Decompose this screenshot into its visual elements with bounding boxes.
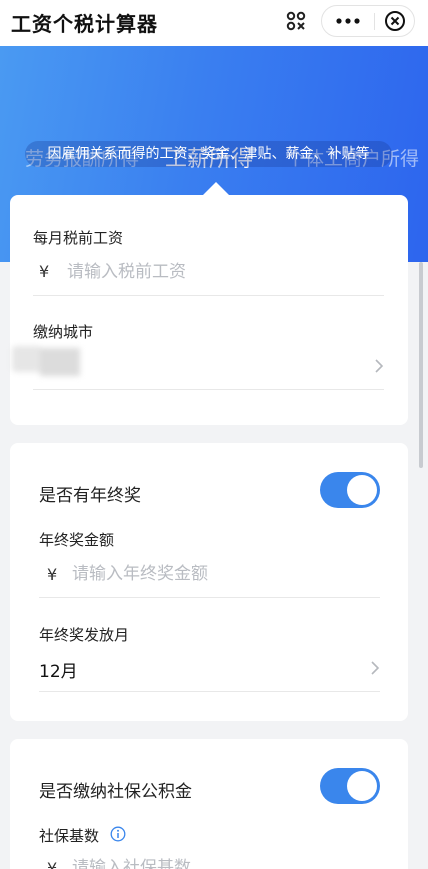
currency-symbol: ¥ (47, 859, 58, 869)
currency-symbol: ¥ (47, 565, 58, 584)
social-insurance-card: 是否缴纳社保公积金 社保基数 ¥ (10, 739, 408, 869)
top-bar: 工资个税计算器 (0, 0, 428, 46)
scan-button[interactable] (277, 5, 315, 37)
salary-label: 每月税前工资 (33, 229, 124, 247)
divider (39, 597, 380, 598)
more-button[interactable] (322, 6, 374, 36)
bonus-card: 是否有年终奖 年终奖金额 ¥ 年终奖发放月 12月 (10, 443, 408, 721)
bonus-amount-label: 年终奖金额 (39, 531, 115, 549)
obscured-city-text (12, 342, 80, 378)
toggle-knob (347, 475, 377, 505)
currency-symbol: ¥ (39, 262, 50, 281)
chevron-right-icon (375, 359, 384, 373)
social-insurance-toggle[interactable] (320, 768, 380, 804)
city-selector[interactable] (33, 345, 384, 385)
bonus-month-label: 年终奖发放月 (39, 626, 130, 644)
divider (33, 295, 384, 296)
social-base-label: 社保基数 (39, 827, 100, 845)
info-icon[interactable] (110, 826, 126, 842)
bonus-toggle-label: 是否有年终奖 (39, 486, 141, 506)
bonus-amount-input[interactable] (72, 561, 372, 587)
toggle-knob (347, 771, 377, 801)
scan-icon (286, 11, 306, 31)
salary-input[interactable] (67, 259, 367, 285)
close-circle-icon (385, 11, 405, 31)
mini-program-capsule (321, 5, 415, 37)
bonus-toggle[interactable] (320, 472, 380, 508)
social-toggle-label: 是否缴纳社保公积金 (39, 782, 192, 802)
chevron-right-icon (371, 661, 380, 675)
divider (33, 389, 384, 390)
more-icon (336, 18, 360, 24)
tab-description: 因雇佣关系而得的工资、奖金、津贴、薪金、补贴等 (25, 141, 392, 167)
bonus-month-selector[interactable]: 12月 (39, 649, 380, 685)
salary-card: 每月税前工资 ¥ 缴纳城市 (10, 195, 408, 425)
scrollbar[interactable] (419, 262, 423, 468)
tab-indicator-notch (203, 182, 229, 195)
divider (39, 691, 380, 692)
app-title: 工资个税计算器 (11, 12, 158, 36)
close-button[interactable] (375, 6, 415, 36)
bonus-month-value: 12月 (39, 662, 78, 682)
city-label: 缴纳城市 (33, 323, 94, 341)
social-base-input[interactable] (72, 855, 372, 869)
